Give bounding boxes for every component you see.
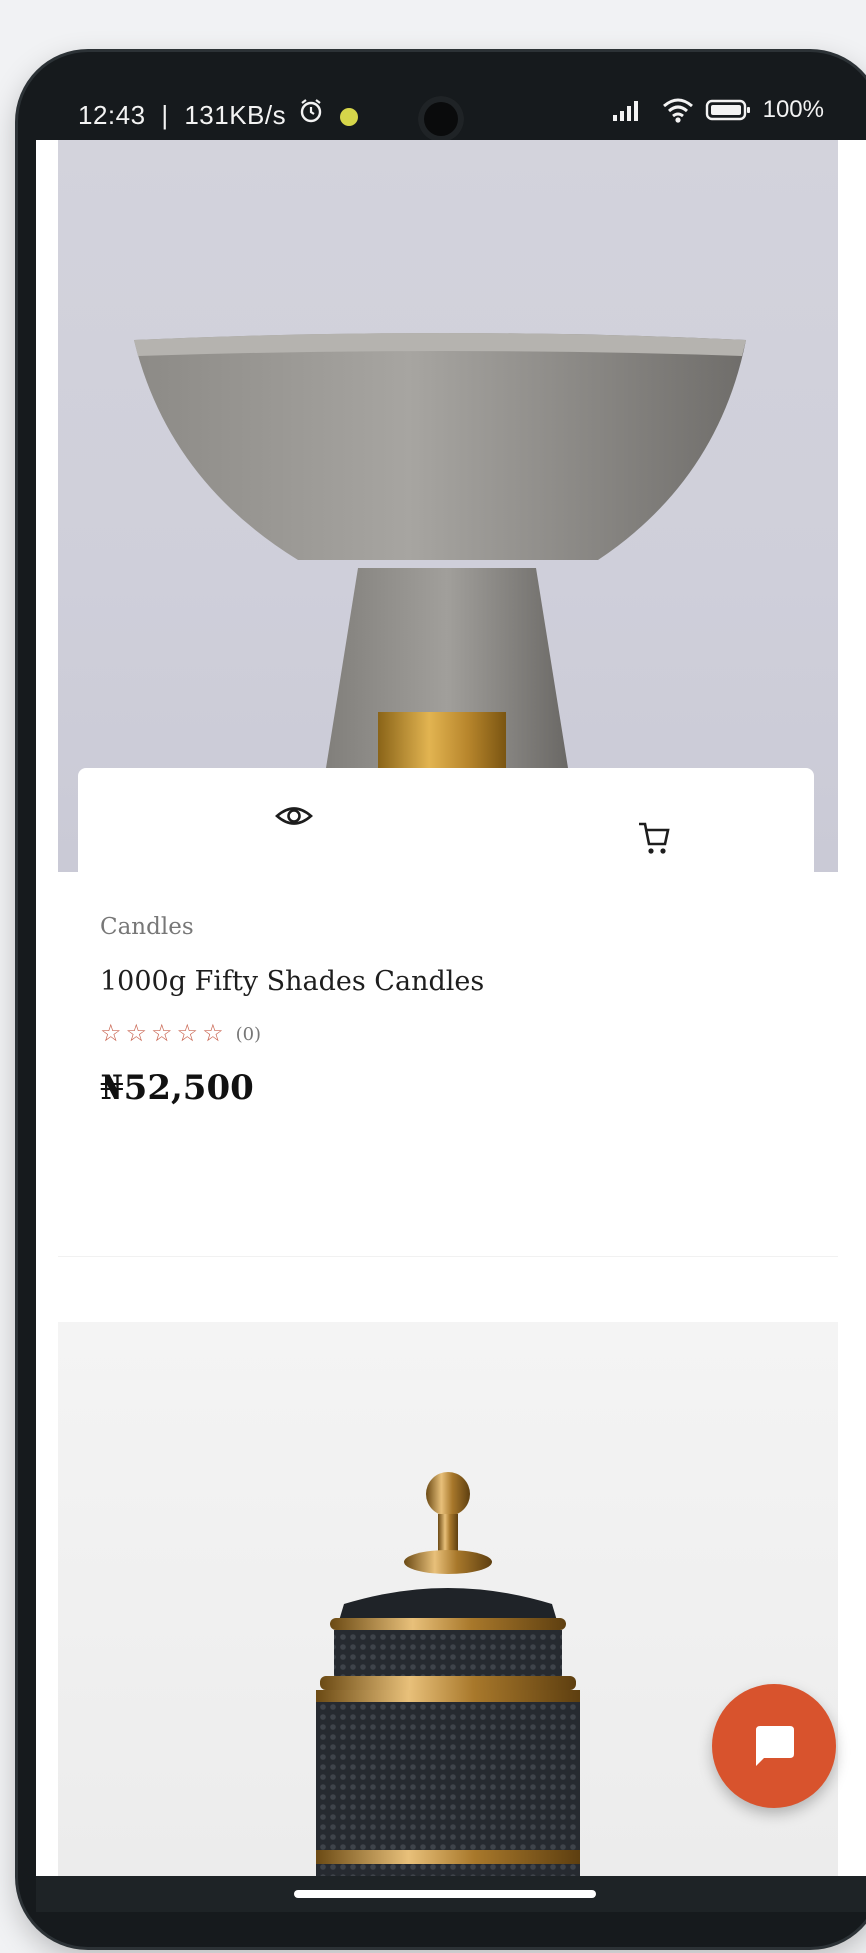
star-empty-icon: ☆ [151, 1020, 173, 1047]
product-action-bar [78, 768, 814, 872]
product-rating: ☆ ☆ ☆ ☆ ☆ (0) [100, 1022, 261, 1046]
status-separator: | [161, 100, 169, 130]
signal-icon [611, 97, 651, 123]
eye-icon[interactable] [274, 800, 314, 837]
product-image[interactable] [58, 140, 838, 872]
chat-button[interactable] [712, 1684, 836, 1808]
product-title[interactable]: 1000g Fifty Shades Candles [100, 966, 484, 997]
rating-count: (0) [235, 1023, 262, 1045]
status-network-speed: 131KB/s [184, 100, 287, 130]
product-image[interactable] [58, 1322, 838, 1876]
alarm-icon [298, 98, 324, 131]
home-indicator[interactable] [294, 1890, 596, 1898]
star-empty-icon: ☆ [202, 1020, 224, 1047]
battery-level: 100% [762, 96, 824, 123]
star-empty-icon: ☆ [100, 1020, 122, 1047]
star-empty-icon: ☆ [176, 1020, 199, 1047]
app-screen: Candles 1000g Fifty Shades Candles ☆ ☆ ☆… [36, 140, 866, 1876]
wifi-icon [661, 96, 695, 124]
cart-icon[interactable] [636, 820, 672, 861]
star-empty-icon: ☆ [125, 1020, 148, 1047]
status-time: 12:43 [78, 100, 146, 130]
product-info-card[interactable]: Candles 1000g Fifty Shades Candles ☆ ☆ ☆… [58, 872, 838, 1257]
product-category[interactable]: Candles [100, 914, 194, 940]
status-left: 12:43 | 131KB/s [78, 98, 358, 131]
concrete-bowl-candle-image [134, 333, 746, 768]
chat-icon [756, 1726, 794, 1766]
product-price: ₦52,500 [100, 1068, 254, 1108]
black-gold-jar-candle-image [316, 1472, 580, 1876]
status-right: 100% [611, 96, 824, 124]
notification-dot-icon [339, 108, 358, 127]
battery-icon [705, 98, 753, 122]
front-camera [418, 96, 464, 142]
